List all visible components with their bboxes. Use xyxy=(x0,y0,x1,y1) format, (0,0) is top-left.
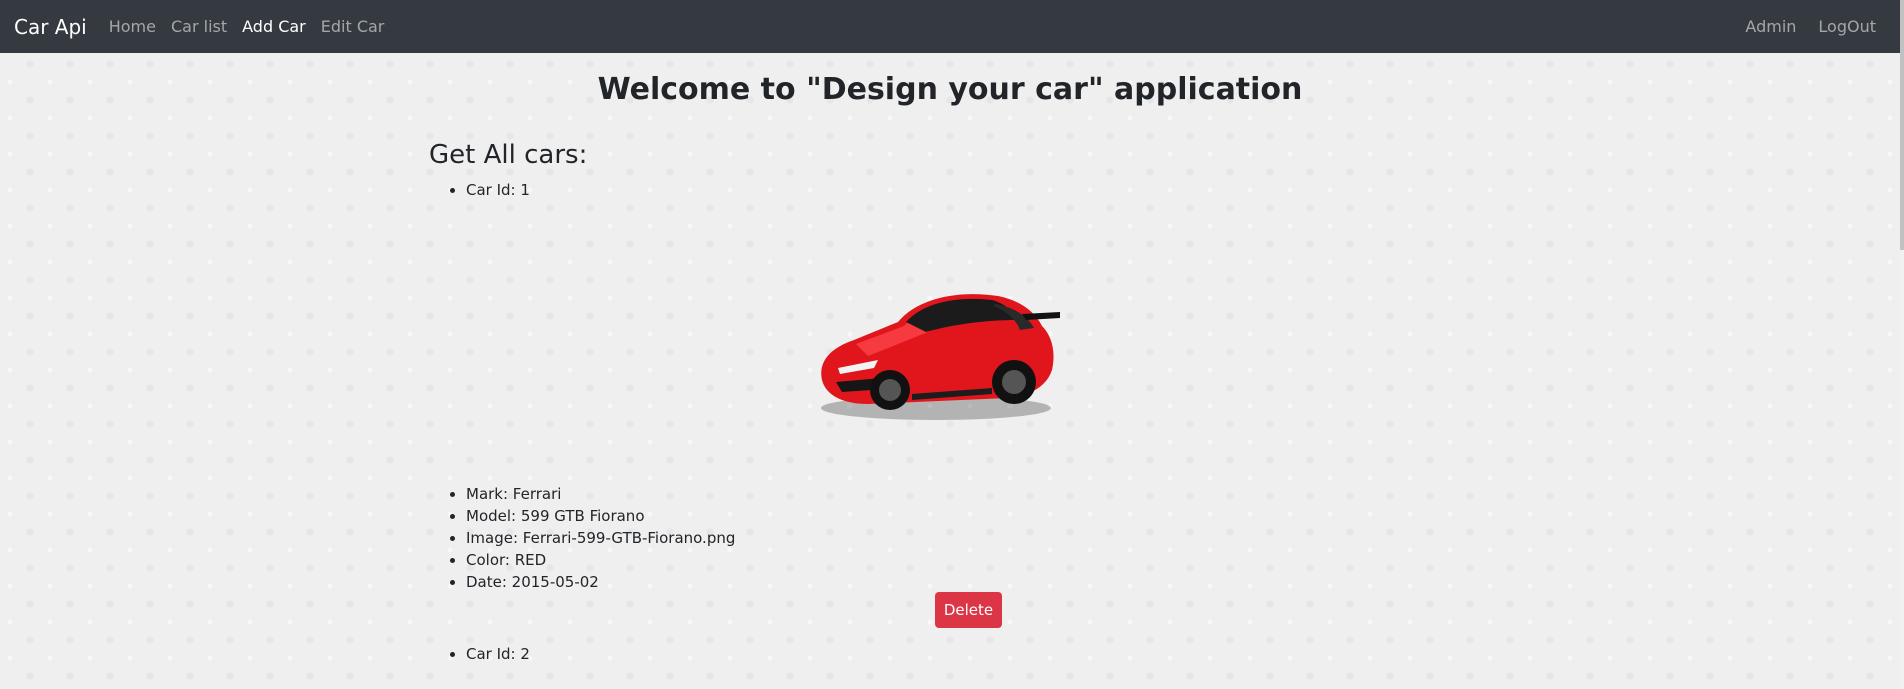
page-scrollbar[interactable] xyxy=(1900,0,1904,689)
car-1-mark: Mark: Ferrari xyxy=(466,483,735,505)
nav-links: Home Car list Add Car Edit Car xyxy=(109,17,385,36)
car-1-image xyxy=(808,270,1068,430)
red-sports-car-icon xyxy=(821,294,1060,420)
page-title: Welcome to "Design your car" application xyxy=(597,72,1303,107)
car-1-color: Color: RED xyxy=(466,549,735,571)
nav-logout[interactable]: LogOut xyxy=(1818,17,1876,36)
car-1-image-name: Image: Ferrari-599-GTB-Fiorano.png xyxy=(466,527,735,549)
nav-edit-car[interactable]: Edit Car xyxy=(321,17,385,36)
nav-home[interactable]: Home xyxy=(109,17,156,36)
car-1-delete-button[interactable]: Delete xyxy=(935,592,1002,628)
top-navbar: Car Api Home Car list Add Car Edit Car A… xyxy=(0,0,1900,53)
nav-car-list[interactable]: Car list xyxy=(171,17,227,36)
car-1-id: Car Id: 1 xyxy=(466,179,530,201)
nav-right-links: Admin LogOut xyxy=(1745,17,1876,36)
car-2-id: Car Id: 2 xyxy=(466,643,530,665)
section-title: Get All cars: xyxy=(429,140,588,170)
brand-link[interactable]: Car Api xyxy=(14,15,87,39)
car-1-model: Model: 599 GTB Fiorano xyxy=(466,505,735,527)
car-1-date: Date: 2015-05-02 xyxy=(466,571,735,593)
nav-add-car[interactable]: Add Car xyxy=(242,17,306,36)
car-1-details: Mark: Ferrari Model: 599 GTB Fiorano Ima… xyxy=(466,483,735,593)
car-2-id-list: Car Id: 2 xyxy=(466,643,530,665)
scrollbar-thumb[interactable] xyxy=(1900,0,1904,250)
car-1-id-list: Car Id: 1 xyxy=(466,179,530,201)
nav-admin[interactable]: Admin xyxy=(1745,17,1796,36)
